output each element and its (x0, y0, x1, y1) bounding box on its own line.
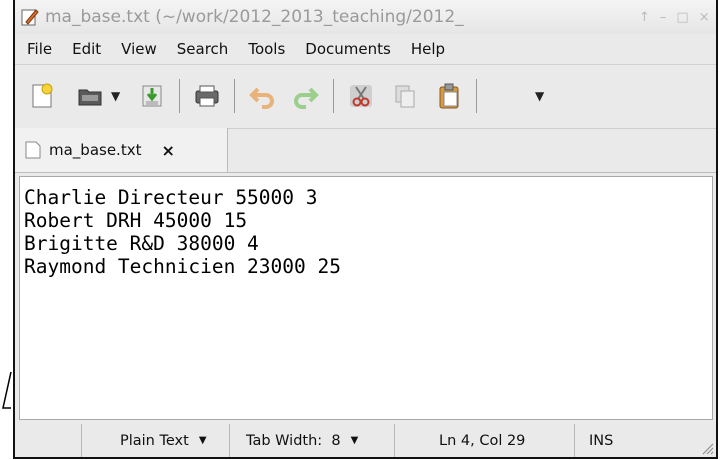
minimize-icon[interactable]: – (660, 10, 667, 25)
tab-width-selector[interactable]: Tab Width: 8 ▼ (229, 424, 394, 457)
save-button[interactable] (135, 79, 169, 113)
save-icon (142, 85, 162, 107)
paste-button[interactable] (432, 79, 466, 113)
menu-file[interactable]: File (21, 40, 66, 58)
menu-tools[interactable]: Tools (242, 40, 299, 58)
language-selector[interactable]: Plain Text ▼ (81, 424, 229, 457)
maximize-icon[interactable]: □ (676, 10, 688, 25)
copy-button[interactable] (388, 79, 422, 113)
text-editor-window: ma_base.txt (~/work/2012_2013_teaching/2… (13, 0, 718, 459)
cut-icon (350, 85, 372, 107)
document-tabs: ma_base.txt × (15, 128, 716, 173)
toolbar-overflow-button[interactable]: ▼ (535, 89, 549, 103)
toolbar-separator (476, 79, 477, 113)
status-bar: Plain Text ▼ Tab Width: 8 ▼ Ln 4, Col 29… (15, 424, 716, 457)
title-bar: ma_base.txt (~/work/2012_2013_teaching/2… (15, 0, 716, 34)
language-label: Plain Text (120, 432, 189, 449)
tab-label: ma_base.txt (49, 141, 142, 159)
undo-button[interactable] (245, 79, 279, 113)
background-strip (0, 0, 12, 460)
text-line: Charlie Directeur 55000 3 (24, 186, 318, 209)
undo-icon (249, 87, 274, 109)
text-line: Brigitte R&D 38000 4 (24, 232, 259, 255)
document-icon (25, 141, 41, 159)
text-editor-area[interactable]: Charlie Directeur 55000 3 Robert DRH 450… (19, 176, 713, 420)
insert-mode: INS (574, 424, 654, 457)
new-document-button[interactable] (25, 79, 59, 113)
redo-icon (294, 87, 319, 109)
redo-button[interactable] (289, 79, 323, 113)
menu-search[interactable]: Search (171, 40, 243, 58)
toolbar-separator (179, 79, 180, 113)
cursor-fragment (2, 372, 12, 409)
toolbar: ▼ ▼ (15, 64, 716, 129)
resize-grip-icon[interactable] (700, 441, 714, 455)
chevron-down-icon: ▼ (350, 435, 359, 446)
print-icon (195, 85, 219, 107)
keep-above-icon[interactable]: ↑ (639, 10, 650, 25)
text-editor-icon (21, 9, 39, 26)
cut-button[interactable] (344, 79, 378, 113)
tab-close-icon[interactable]: × (161, 141, 174, 160)
chevron-down-icon: ▼ (198, 435, 207, 446)
close-icon[interactable]: × (699, 10, 710, 25)
copy-icon (395, 85, 415, 108)
menu-help[interactable]: Help (405, 40, 459, 58)
open-recent-arrow[interactable]: ▼ (111, 89, 125, 103)
insert-mode-label: INS (589, 432, 614, 449)
print-button[interactable] (190, 79, 224, 113)
tab-width-label: Tab Width: 8 (246, 432, 341, 449)
cursor-position-label: Ln 4, Col 29 (439, 432, 526, 449)
menu-view[interactable]: View (115, 40, 171, 58)
status-message (15, 424, 81, 457)
text-line: Raymond Technicien 23000 25 (24, 255, 341, 278)
new-document-icon (32, 83, 53, 108)
toolbar-separator (333, 79, 334, 113)
window-title: ma_base.txt (~/work/2012_2013_teaching/2… (45, 7, 464, 27)
menu-bar: File Edit View Search Tools Documents He… (15, 34, 716, 65)
text-line: Robert DRH 45000 15 (24, 209, 248, 232)
cursor-position: Ln 4, Col 29 (394, 424, 574, 457)
paste-icon (439, 83, 459, 109)
menu-documents[interactable]: Documents (299, 40, 405, 58)
menu-edit[interactable]: Edit (66, 40, 115, 58)
open-button[interactable] (73, 79, 107, 113)
tab-ma-base[interactable]: ma_base.txt × (15, 128, 228, 172)
toolbar-separator (234, 79, 235, 113)
open-folder-icon (78, 89, 102, 106)
